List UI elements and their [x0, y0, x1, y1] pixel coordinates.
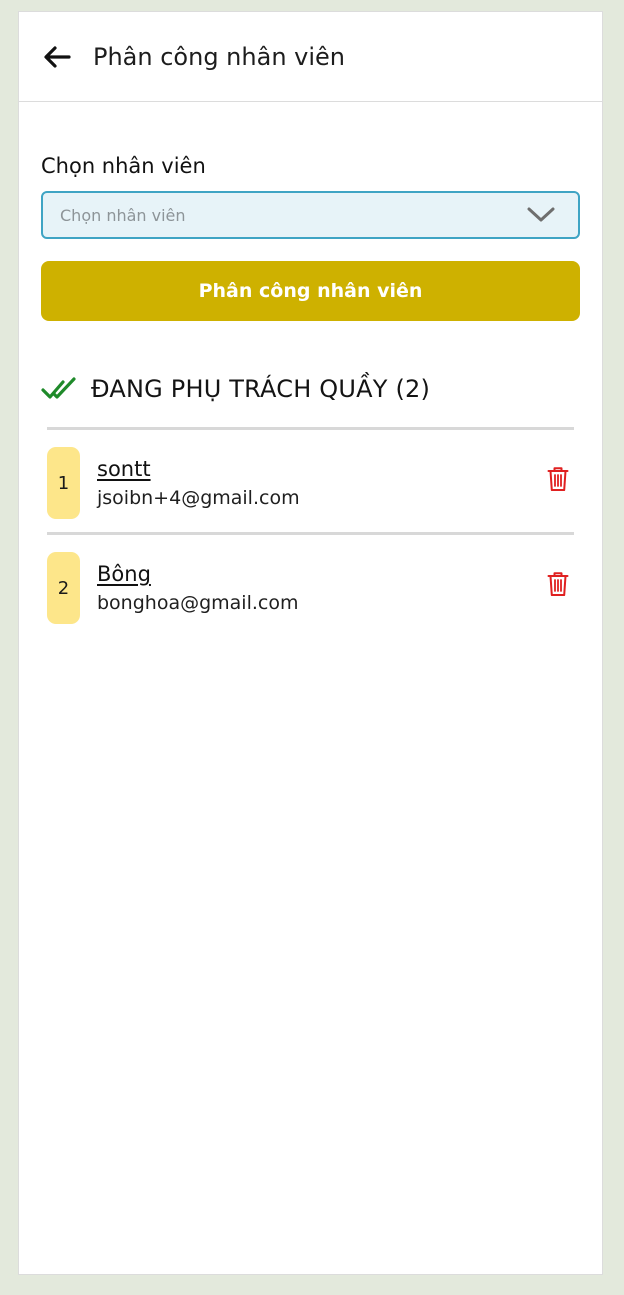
assign-staff-button[interactable]: Phân công nhân viên	[41, 261, 580, 321]
staff-name-link[interactable]: sontt	[97, 457, 300, 481]
staff-info: sontt jsoibn+4@gmail.com	[97, 457, 300, 509]
remove-staff-button[interactable]	[544, 464, 572, 494]
back-button[interactable]	[41, 41, 73, 73]
top-bar: Phân công nhân viên	[19, 12, 602, 102]
staff-select-label: Chọn nhân viên	[41, 154, 206, 178]
arrow-left-icon	[44, 45, 71, 68]
chevron-down-icon	[526, 205, 556, 225]
list-item: 1 sontt jsoibn+4@gmail.com	[47, 427, 574, 532]
index-badge: 1	[47, 447, 80, 519]
assigned-staff-list: 1 sontt jsoibn+4@gmail.com 2 Bông bongho…	[47, 427, 574, 637]
trash-icon	[547, 467, 569, 491]
remove-staff-button[interactable]	[544, 569, 572, 599]
assigned-section-header: ĐANG PHỤ TRÁCH QUẦY (2)	[41, 371, 580, 407]
staff-select[interactable]: Chọn nhân viên	[41, 191, 580, 239]
list-item: 2 Bông bonghoa@gmail.com	[47, 532, 574, 637]
staff-select-placeholder: Chọn nhân viên	[60, 205, 186, 225]
section-title: ĐANG PHỤ TRÁCH QUẦY (2)	[91, 375, 431, 403]
main-content: Chọn nhân viên Chọn nhân viên Phân công …	[19, 154, 602, 637]
page-title: Phân công nhân viên	[93, 42, 345, 71]
staff-email: jsoibn+4@gmail.com	[97, 487, 300, 509]
staff-info: Bông bonghoa@gmail.com	[97, 562, 299, 614]
trash-icon	[547, 572, 569, 596]
staff-email: bonghoa@gmail.com	[97, 592, 299, 614]
assignment-panel: Phân công nhân viên Chọn nhân viên Chọn …	[18, 11, 603, 1275]
staff-name-link[interactable]: Bông	[97, 562, 299, 586]
double-check-icon	[41, 375, 79, 403]
index-badge: 2	[47, 552, 80, 624]
